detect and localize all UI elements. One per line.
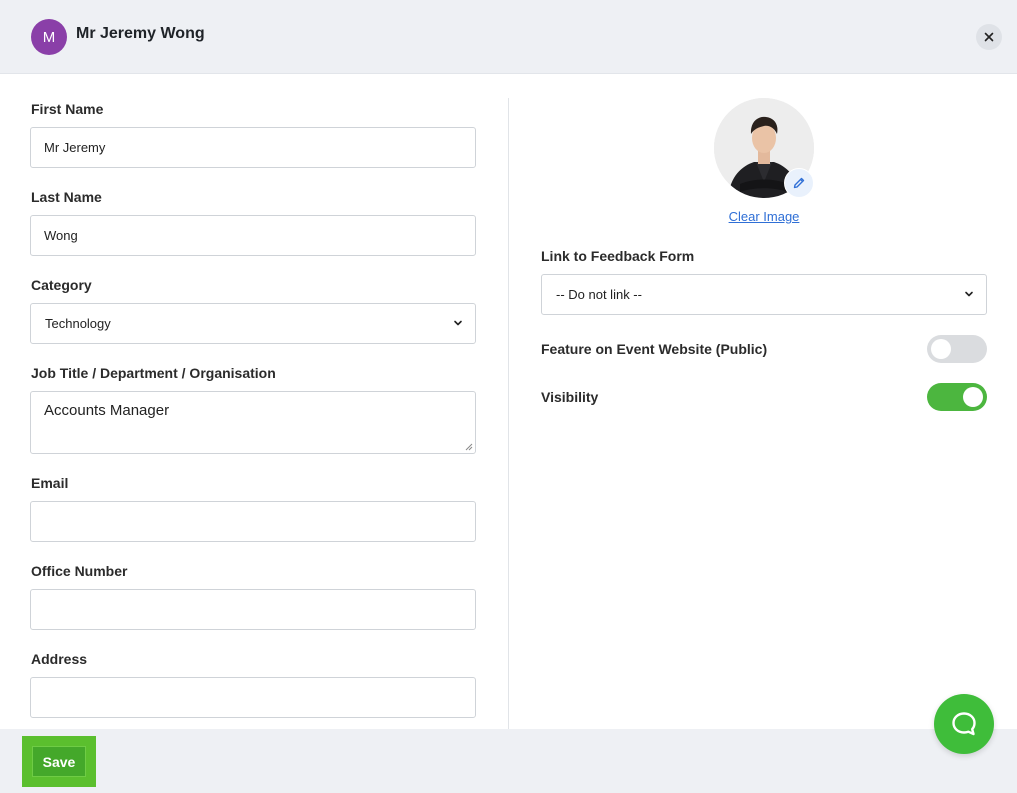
visibility-label: Visibility	[541, 389, 599, 405]
category-value: Technology	[45, 316, 111, 331]
save-button-focus-ring: Save	[22, 736, 96, 787]
chevron-down-icon	[965, 291, 973, 297]
address-field[interactable]	[30, 677, 476, 718]
job-title-value: Accounts Manager	[44, 402, 170, 419]
job-title-textarea[interactable]: Accounts Manager	[30, 391, 476, 454]
feature-website-toggle[interactable]	[927, 335, 987, 363]
edit-photo-button[interactable]	[784, 168, 814, 198]
toggle-knob	[931, 339, 951, 359]
modal-footer	[0, 729, 1017, 793]
category-select[interactable]: Technology	[30, 303, 476, 344]
category-label: Category	[31, 277, 92, 293]
avatar: M	[31, 19, 67, 55]
modal-header: M Mr Jeremy Wong	[0, 0, 1017, 74]
resize-grip-icon[interactable]	[465, 443, 473, 451]
column-divider	[508, 98, 509, 729]
feedback-form-value: -- Do not link --	[556, 287, 642, 302]
toggle-knob	[963, 387, 983, 407]
save-button[interactable]: Save	[32, 746, 86, 777]
address-label: Address	[31, 651, 88, 667]
feedback-form-label: Link to Feedback Form	[541, 248, 695, 264]
clear-image-link[interactable]: Clear Image	[714, 209, 814, 224]
email-label: Email	[31, 475, 69, 491]
visibility-toggle[interactable]	[927, 383, 987, 411]
job-title-label: Job Title / Department / Organisation	[31, 365, 276, 381]
last-name-field[interactable]: Wong	[30, 215, 476, 256]
office-number-label: Office Number	[31, 563, 128, 579]
first-name-field[interactable]: Mr Jeremy	[30, 127, 476, 168]
feedback-form-select[interactable]: -- Do not link --	[541, 274, 987, 315]
chat-support-button[interactable]	[934, 694, 994, 754]
last-name-label: Last Name	[31, 189, 102, 205]
email-field[interactable]	[30, 501, 476, 542]
close-icon	[984, 32, 994, 42]
feature-website-label: Feature on Event Website (Public)	[541, 341, 768, 357]
page-title: Mr Jeremy Wong	[76, 25, 205, 42]
office-number-field[interactable]	[30, 589, 476, 630]
pencil-icon	[793, 177, 805, 189]
chevron-down-icon	[454, 320, 462, 326]
close-button[interactable]	[976, 24, 1002, 50]
chat-bubble-icon	[952, 712, 976, 736]
first-name-label: First Name	[31, 101, 104, 117]
